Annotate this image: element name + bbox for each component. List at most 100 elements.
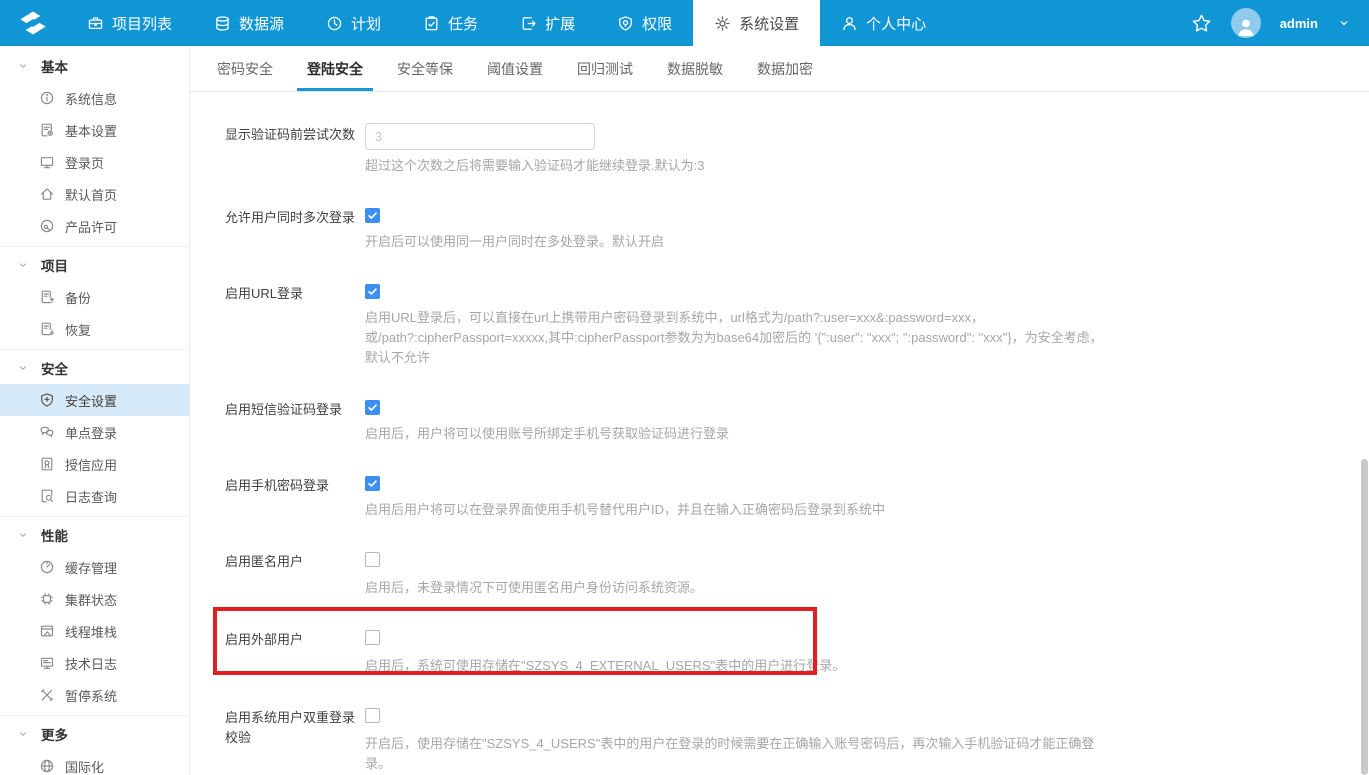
sidebar-item-single-sign-on[interactable]: 单点登录 bbox=[0, 416, 189, 448]
sidebar-item-cluster-status[interactable]: 集群状态 bbox=[0, 583, 189, 615]
field-label: 显示验证码前尝试次数 bbox=[225, 127, 356, 142]
sidebar-item-internationalization[interactable]: 国际化 bbox=[0, 750, 189, 775]
allow-multiple-login-checkbox[interactable] bbox=[365, 208, 380, 223]
nav-item-plan[interactable]: 计划 bbox=[305, 0, 402, 46]
user-icon bbox=[841, 15, 858, 32]
clipboard-check-icon bbox=[423, 15, 440, 32]
gauge-icon bbox=[39, 559, 55, 575]
avatar[interactable] bbox=[1230, 8, 1261, 38]
monitor-icon bbox=[39, 154, 55, 170]
sidebar-section-basic: 基本系统信息基本设置 登录页 默认首页产品许可 bbox=[0, 50, 189, 247]
sidebar-item-tech-log[interactable]: 技术日志 bbox=[0, 647, 189, 679]
sidebar-section-title-project[interactable]: 项目 bbox=[0, 249, 189, 281]
tab-regression-test[interactable]: 回归测试 bbox=[575, 46, 635, 91]
sidebar-item-security-settings[interactable]: 安全设置 bbox=[0, 384, 189, 416]
gear-icon bbox=[714, 15, 731, 32]
enable-external-user-checkbox[interactable] bbox=[365, 630, 380, 645]
field-control: 启用后用户将可以在登录界面使用手机号替代用户ID，并且在输入正确密码后登录到系统… bbox=[365, 474, 885, 520]
sidebar-item-restore[interactable]: 恢复 bbox=[0, 313, 189, 345]
enable-url-login-checkbox[interactable] bbox=[365, 284, 380, 299]
settings-form: 显示验证码前尝试次数超过这个次数之后将需要输入验证码才能继续登录.默认为:3 允许… bbox=[190, 92, 1369, 774]
doc-ribbon-icon bbox=[39, 456, 55, 472]
nav-item-label: 任务 bbox=[448, 15, 479, 33]
enable-anonymous-user-checkbox[interactable] bbox=[365, 552, 380, 567]
sidebar-item-basic-settings[interactable]: 基本设置 bbox=[0, 114, 189, 146]
field-label: 启用手机密码登录 bbox=[225, 478, 330, 493]
tab-login-security[interactable]: 登陆安全 bbox=[297, 46, 373, 91]
sidebar-item-thread-stack[interactable]: 线程堆栈 bbox=[0, 615, 189, 647]
export-icon bbox=[520, 15, 537, 32]
nav-item-task[interactable]: 任务 bbox=[402, 0, 499, 46]
sidebar-section-title-basic[interactable]: 基本 bbox=[0, 50, 189, 82]
tab-data-encryption[interactable]: 数据加密 bbox=[755, 46, 815, 91]
chip-icon bbox=[39, 591, 55, 607]
form-row-allow-multiple-login: 允许用户同时多次登录 开启后可以使用同一用户同时在多处登录。默认开启 bbox=[225, 206, 1369, 252]
sidebar-item-log-query[interactable]: 日志查询 bbox=[0, 480, 189, 512]
brand-s-icon bbox=[20, 11, 46, 35]
nav-item-system-settings[interactable]: 系统设置 bbox=[693, 0, 821, 46]
sidebar-item-system-info[interactable]: 系统信息 bbox=[0, 82, 189, 114]
tab-bar: 密码安全 登陆安全 安全等保 阈值设置 回归测试 数据脱敏 数据加密 bbox=[190, 46, 1369, 92]
nav-item-data-source[interactable]: 数据源 bbox=[193, 0, 305, 46]
form-row-enable-dual-login-check: 启用系统用户双重登录校验 开启后，使用存储在"SZSYS_4_USERS"表中的用… bbox=[225, 706, 1369, 774]
nav-item-personal-center[interactable]: 个人中心 bbox=[820, 0, 947, 46]
chevron-down-icon bbox=[17, 362, 29, 374]
username[interactable]: admin bbox=[1280, 16, 1318, 31]
sidebar-item-label: 产品许可 bbox=[65, 219, 118, 235]
field-label: 启用URL登录 bbox=[225, 286, 304, 301]
user-icon bbox=[1238, 19, 1254, 37]
sidebar-section-title-performance[interactable]: 性能 bbox=[0, 519, 189, 551]
home-icon bbox=[39, 186, 55, 202]
captcha-attempts-input[interactable] bbox=[365, 123, 595, 150]
shield-plus-icon bbox=[39, 392, 55, 408]
field-control: 启用后，未登录情况下可使用匿名用户身份访问系统资源。 bbox=[365, 550, 703, 598]
nav-item-label: 系统设置 bbox=[739, 15, 800, 33]
nav-item-project-list[interactable]: 项目列表 bbox=[66, 0, 193, 46]
tab-password-security[interactable]: 密码安全 bbox=[215, 46, 275, 91]
sidebar-item-label: 单点登录 bbox=[65, 425, 118, 441]
license-icon bbox=[39, 218, 55, 234]
doc-gear-icon bbox=[39, 122, 55, 138]
clock-icon bbox=[326, 15, 343, 32]
doc-down-icon bbox=[39, 321, 55, 337]
tab-threshold-settings[interactable]: 阈值设置 bbox=[485, 46, 545, 91]
sidebar-item-backup[interactable]: 备份 bbox=[0, 281, 189, 313]
nav-item-permission[interactable]: 权限 bbox=[596, 0, 693, 46]
info-icon bbox=[39, 90, 55, 106]
field-control: 启用后，用户将可以使用账号所绑定手机号获取验证码进行登录 bbox=[365, 398, 729, 444]
tab-data-masking[interactable]: 数据脱敏 bbox=[665, 46, 725, 91]
sidebar-item-cache-management[interactable]: 缓存管理 bbox=[0, 551, 189, 583]
sidebar-item-label: 安全设置 bbox=[65, 393, 118, 409]
enable-dual-login-check-checkbox[interactable] bbox=[365, 708, 380, 723]
chevron-down-icon[interactable] bbox=[1337, 16, 1351, 30]
section-title-label: 基本 bbox=[41, 60, 68, 75]
sidebar-item-product-license[interactable]: 产品许可 bbox=[0, 210, 189, 242]
sidebar-item-pause-system[interactable]: 暂停系统 bbox=[0, 679, 189, 711]
app-logo[interactable] bbox=[0, 0, 66, 46]
section-title-label: 更多 bbox=[41, 728, 68, 743]
nav-item-extension[interactable]: 扩展 bbox=[499, 0, 596, 46]
nav-item-label: 个人中心 bbox=[866, 15, 927, 33]
section-title-label: 项目 bbox=[41, 259, 68, 274]
tools-icon bbox=[39, 687, 55, 703]
tab-security-grade[interactable]: 安全等保 bbox=[395, 46, 455, 91]
monitor-log-icon bbox=[39, 655, 55, 671]
nav-menu: 项目列表 数据源 计划 任务 扩展 权限 系统设置 个人中心 bbox=[66, 0, 947, 46]
enable-phone-password-login-checkbox[interactable] bbox=[365, 476, 380, 491]
chevron-down-icon bbox=[17, 259, 29, 271]
favorite-star-icon[interactable] bbox=[1191, 13, 1212, 34]
doc-search-icon bbox=[39, 488, 55, 504]
scrollbar-thumb[interactable] bbox=[1361, 459, 1368, 775]
chevron-down-icon bbox=[17, 60, 29, 72]
form-row-enable-anonymous-user: 启用匿名用户 启用后，未登录情况下可使用匿名用户身份访问系统资源。 bbox=[225, 550, 1369, 598]
section-title-label: 安全 bbox=[41, 362, 68, 377]
sidebar-section-title-security[interactable]: 安全 bbox=[0, 352, 189, 384]
sidebar-item-trusted-apps[interactable]: 授信应用 bbox=[0, 448, 189, 480]
sidebar-section-title-more[interactable]: 更多 bbox=[0, 718, 189, 750]
sidebar-item-login-page[interactable]: 登录页 bbox=[0, 146, 189, 178]
field-hint: 启用后，未登录情况下可使用匿名用户身份访问系统资源。 bbox=[365, 580, 704, 595]
sidebar-item-default-home[interactable]: 默认首页 bbox=[0, 178, 189, 210]
enable-sms-login-checkbox[interactable] bbox=[365, 400, 380, 415]
sidebar-item-label: 系统信息 bbox=[65, 91, 118, 107]
field-label: 启用系统用户双重登录校验 bbox=[225, 710, 356, 745]
